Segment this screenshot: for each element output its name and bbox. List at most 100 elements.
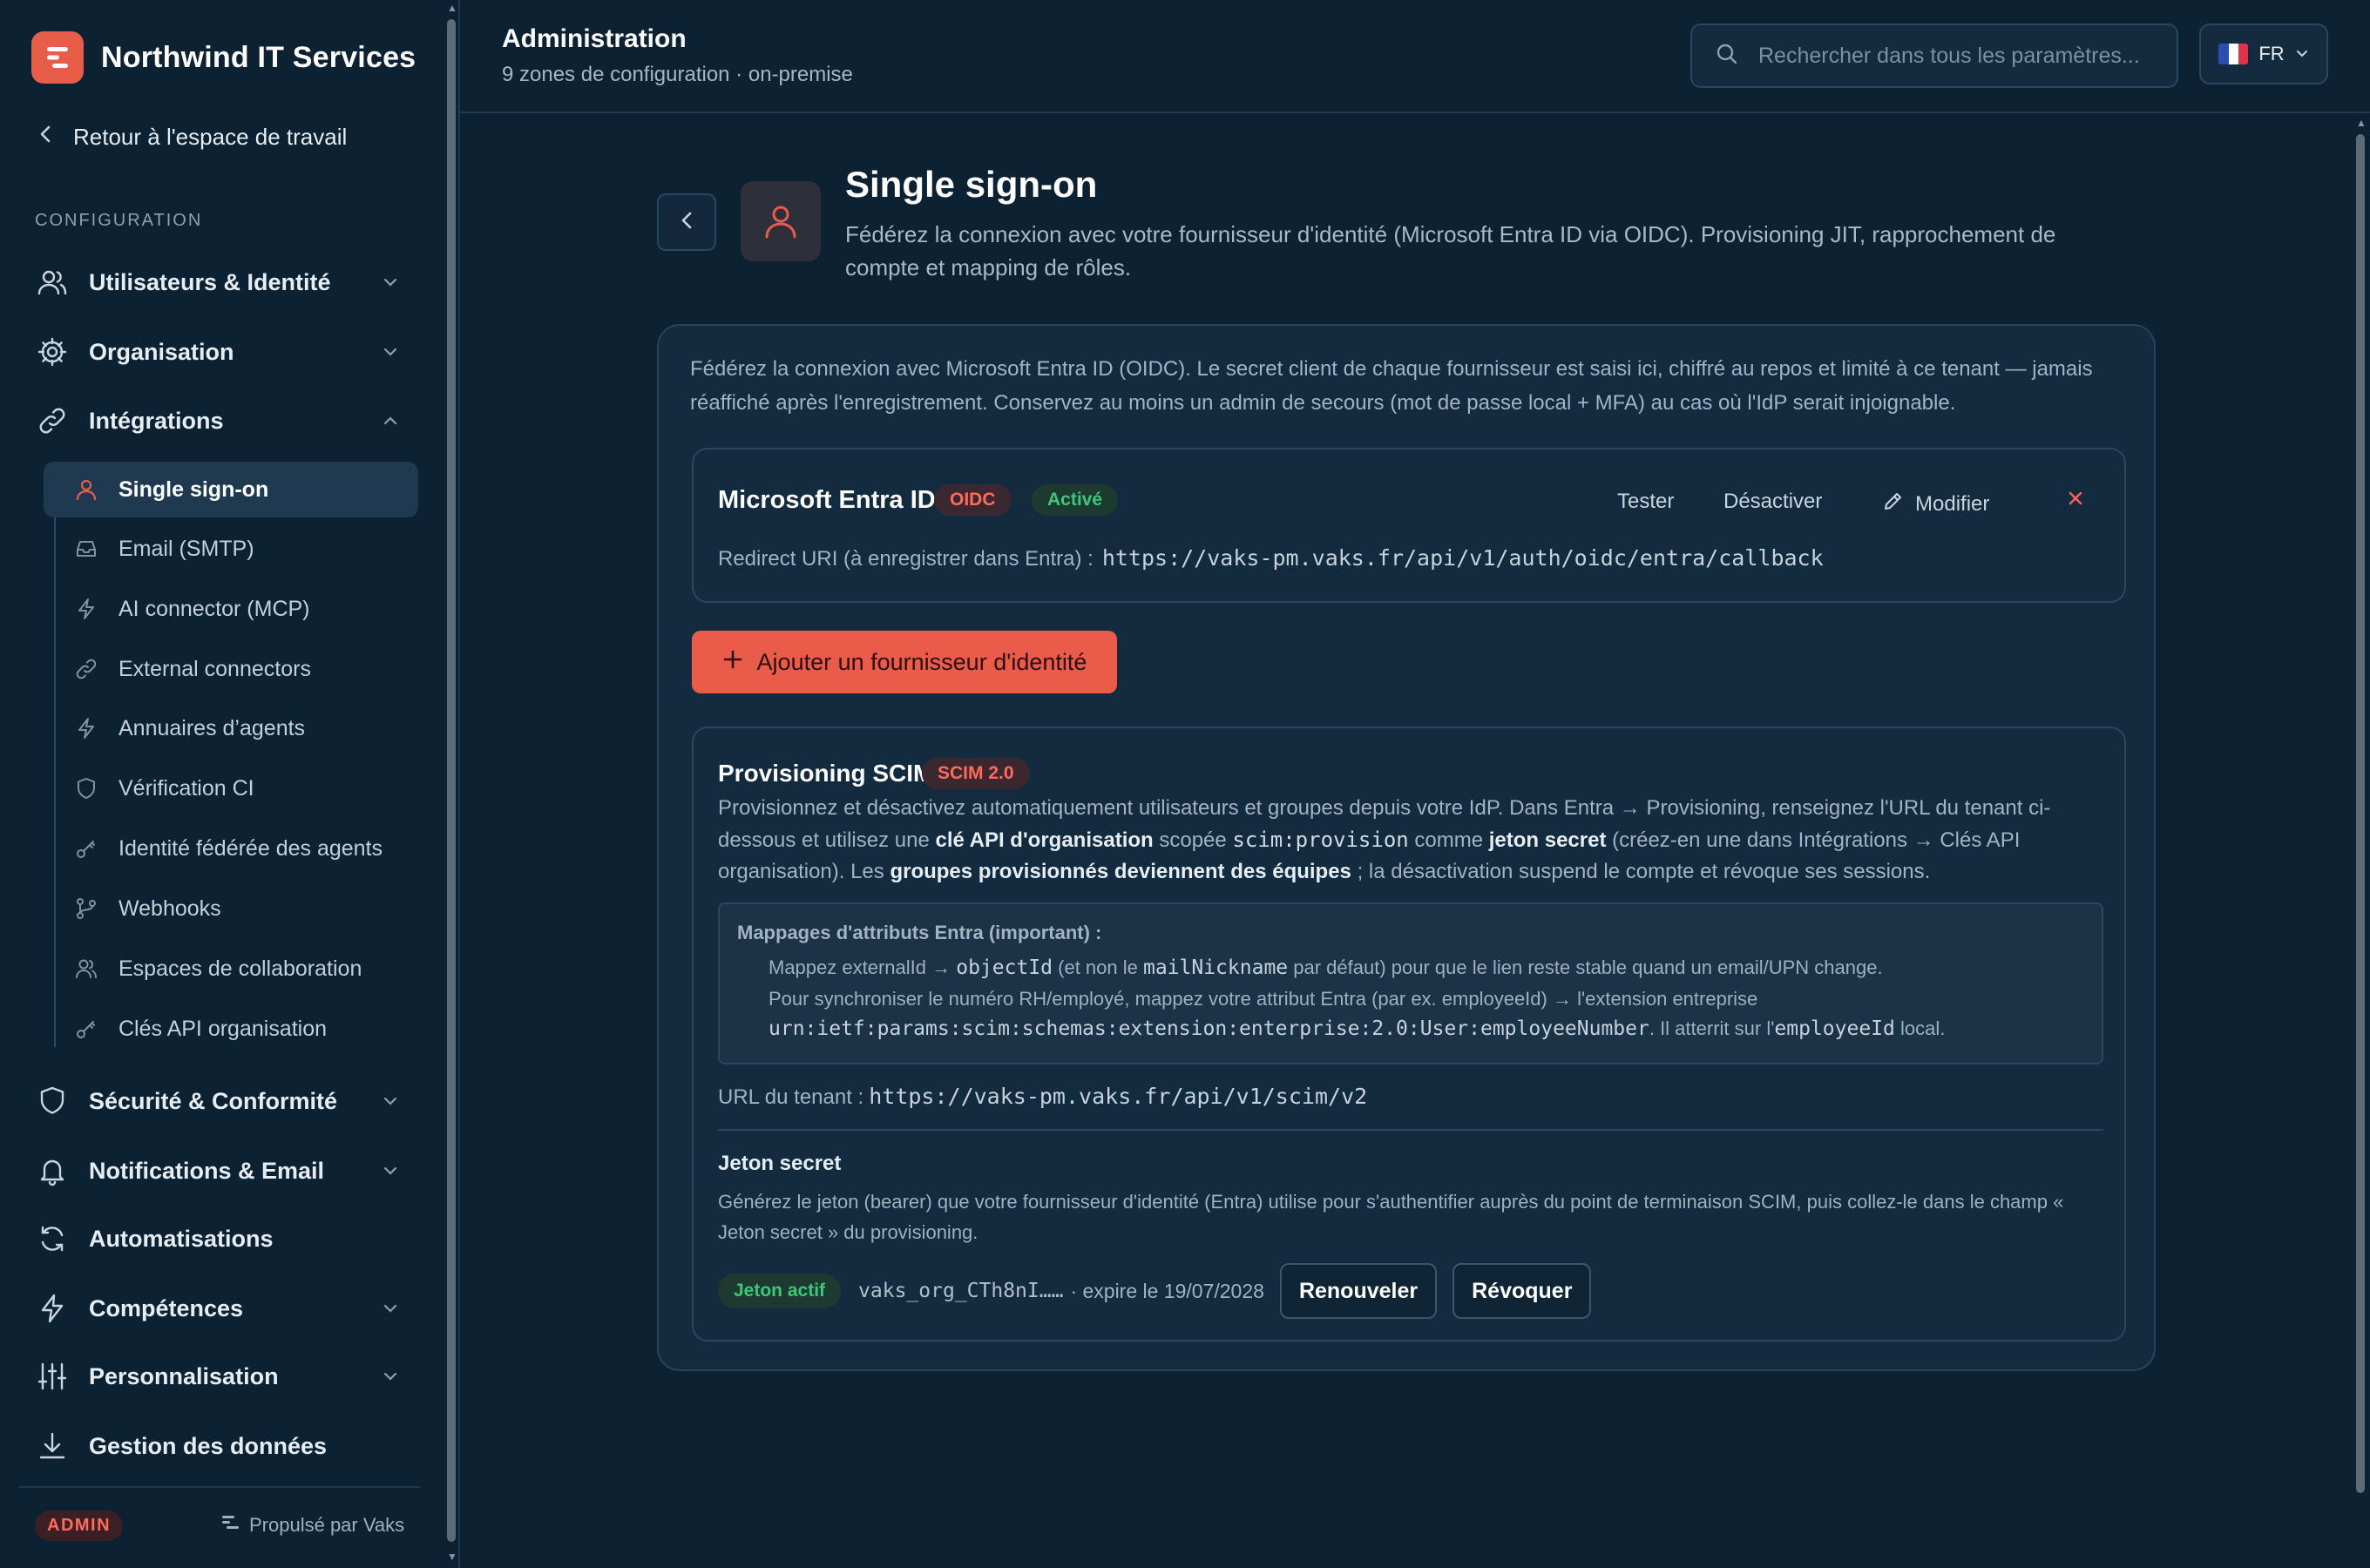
sidebar-item-label: Intégrations	[89, 407, 224, 434]
sidebar-item-label: Notifications & Email	[89, 1157, 325, 1184]
sidebar-subitem-org-api-keys[interactable]: Clés API organisation	[44, 1001, 418, 1057]
powered-by-label: Propulsé par Vaks	[249, 1514, 405, 1536]
main-scroll-thumb[interactable]	[2356, 134, 2365, 1493]
tenant-url-row: URL du tenant : https://vaks-pm.vaks.fr/a…	[718, 1084, 1367, 1110]
sidebar-item-label: Compétences	[89, 1294, 244, 1321]
link-icon	[73, 656, 99, 682]
bolt-icon	[73, 715, 99, 741]
sidebar-item-skills[interactable]: Compétences	[35, 1282, 410, 1335]
sidebar-subitem-webhooks[interactable]: Webhooks	[44, 881, 418, 936]
sidebar-section-title: CONFIGURATION	[35, 211, 203, 230]
sidebar-item-label: Personnalisation	[89, 1362, 279, 1389]
chevron-down-icon	[382, 1092, 399, 1114]
sidebar-subitem-external-connectors[interactable]: External connectors	[44, 641, 418, 697]
mapping-line-3: urn:ietf:params:scim:schemas:extension:e…	[769, 1017, 1946, 1040]
shield-icon	[35, 1084, 70, 1119]
role-badge: ADMIN	[35, 1511, 124, 1541]
add-identity-provider-button[interactable]: Ajouter un fournisseur d'identité	[692, 631, 1117, 693]
sidebar-item-organisation[interactable]: Organisation	[35, 326, 410, 378]
sidebar-subitem-label: Single sign-on	[118, 476, 269, 502]
protocol-badge: OIDC	[934, 484, 1012, 516]
brand-logo-icon	[31, 31, 84, 84]
mapping-line-2: Pour synchroniser le numéro RH/employé, …	[769, 988, 1758, 1010]
france-flag-icon	[2218, 44, 2249, 64]
bolt-icon	[35, 1291, 70, 1326]
sidebar-subitem-ai-connector[interactable]: AI connector (MCP)	[44, 581, 418, 637]
brand[interactable]: Northwind IT Services	[31, 31, 416, 84]
gear-icon	[35, 335, 70, 369]
sidebar-scroll-thumb[interactable]	[447, 19, 456, 1542]
powered-by: Propulsé par Vaks	[221, 1514, 404, 1537]
scroll-up-icon[interactable]: ▲	[2356, 118, 2367, 128]
bolt-icon	[73, 596, 99, 622]
sidebar-item-integrations[interactable]: Intégrations	[35, 395, 410, 447]
sidebar-footer-divider	[19, 1486, 420, 1488]
pencil-icon	[1882, 490, 1905, 518]
edit-button[interactable]: Modifier	[1882, 490, 1989, 518]
scroll-up-icon[interactable]: ▲	[447, 3, 457, 13]
sidebar-subitem-label: Email (SMTP)	[118, 536, 254, 561]
tenant-url-value: https://vaks-pm.vaks.fr/api/v1/scim/v2	[869, 1084, 1368, 1109]
sidebar-subitem-email-smtp[interactable]: Email (SMTP)	[44, 521, 418, 577]
page-title: Single sign-on	[845, 164, 1098, 205]
sso-settings-card: Fédérez la connexion avec Microsoft Entr…	[657, 324, 2156, 1371]
back-to-workspace-link[interactable]: Retour à l'espace de travail	[38, 124, 347, 151]
brand-name: Northwind IT Services	[101, 40, 416, 74]
scim-title: Provisioning SCIM	[718, 760, 934, 787]
secret-token-row: Jeton actif vaks_org_CTh8nI…… · expire l…	[718, 1263, 1592, 1319]
page-description: Fédérez la connexion avec votre fourniss…	[845, 221, 2056, 280]
test-button[interactable]: Tester	[1617, 490, 1674, 514]
settings-search[interactable]	[1690, 24, 2178, 88]
revoke-token-button[interactable]: Révoquer	[1452, 1263, 1592, 1319]
users-icon	[73, 956, 99, 982]
sidebar-item-notifications[interactable]: Notifications & Email	[35, 1145, 410, 1197]
sidebar-subitem-label: Clés API organisation	[118, 1016, 328, 1041]
token-status-badge: Jeton actif	[718, 1274, 842, 1308]
secret-token-description: Générez le jeton (bearer) que votre four…	[718, 1191, 2064, 1243]
scroll-down-icon[interactable]: ▼	[447, 1551, 457, 1562]
top-header: Administration 9 zones de configuration …	[460, 0, 2370, 113]
sidebar-item-users[interactable]: Utilisateurs & Identité	[35, 256, 410, 308]
scim-description: Provisionnez et désactivez automatiqueme…	[718, 796, 2051, 883]
sidebar-subitem-label: Webhooks	[118, 896, 221, 921]
sidebar-subitem-label: External connectors	[118, 656, 311, 681]
sidebar-subitem-collab-spaces[interactable]: Espaces de collaboration	[44, 941, 418, 997]
chevron-left-icon	[38, 124, 52, 151]
sidebar-scrollbar[interactable]: ▲ ▼	[444, 0, 458, 1568]
disable-button[interactable]: Désactiver	[1723, 490, 1822, 514]
close-icon	[2065, 490, 2086, 514]
scim-provisioning-section: Provisioning SCIM SCIM 2.0 Provisionnez …	[692, 727, 2126, 1342]
sidebar-subitem-agent-federated-identity[interactable]: Identité fédérée des agents	[44, 821, 418, 876]
header-subtitle: 9 zones de configuration · on-premise	[502, 63, 853, 86]
sidebar-item-customization[interactable]: Personnalisation	[35, 1350, 410, 1402]
shield-icon	[73, 775, 99, 801]
scim-divider	[718, 1129, 2103, 1131]
branch-icon	[73, 896, 99, 922]
scim-version-badge: SCIM 2.0	[922, 758, 1030, 789]
brand-mark-icon	[221, 1514, 240, 1537]
sidebar-item-data-management[interactable]: Gestion des données	[35, 1420, 410, 1472]
sidebar-subitem-sso[interactable]: Single sign-on	[44, 462, 418, 517]
sidebar-subitem-agent-directories[interactable]: Annuaires d’agents	[44, 700, 418, 756]
sidebar-item-security[interactable]: Sécurité & Conformité	[35, 1075, 410, 1127]
sidebar-subitem-label: Identité fédérée des agents	[118, 835, 383, 861]
search-input[interactable]	[1757, 42, 2149, 70]
chevron-down-icon	[382, 1300, 399, 1321]
language-selector[interactable]: FR	[2199, 24, 2328, 84]
inbox-icon	[73, 536, 99, 562]
bell-icon	[35, 1153, 70, 1188]
sidebar-item-label: Organisation	[89, 338, 234, 365]
sidebar-item-label: Gestion des données	[89, 1432, 328, 1459]
token-value: vaks_org_CTh8nI……	[858, 1280, 1064, 1302]
delete-provider-button[interactable]	[2065, 488, 2086, 515]
chevron-down-icon	[382, 1162, 399, 1184]
link-icon	[35, 403, 70, 438]
header-title: Administration	[502, 24, 687, 53]
page-back-button[interactable]	[657, 193, 716, 251]
sidebar-subitem-ci-verification[interactable]: Vérification CI	[44, 760, 418, 816]
mapping-line-1: Mappez externalId → objectId (et non le …	[769, 956, 1883, 979]
status-badge: Activé	[1032, 484, 1119, 516]
main-scrollbar[interactable]: ▲	[2351, 113, 2370, 1568]
sidebar-item-automations[interactable]: Automatisations	[35, 1213, 410, 1265]
renew-token-button[interactable]: Renouveler	[1279, 1263, 1438, 1319]
